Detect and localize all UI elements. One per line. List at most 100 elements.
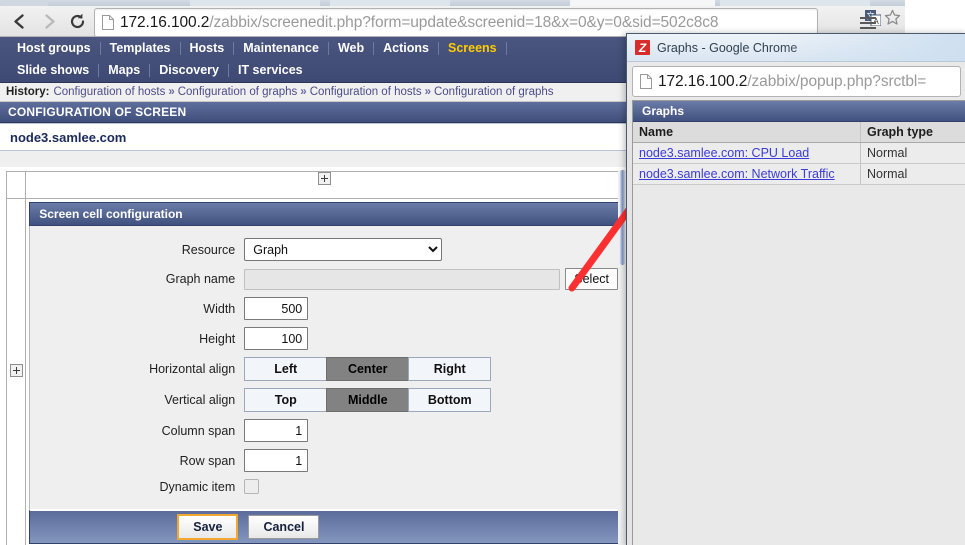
star-icon[interactable] xyxy=(884,9,901,26)
dynamic-item-label: Dynamic item xyxy=(159,479,236,494)
add-row-cell[interactable] xyxy=(5,198,27,545)
menu-item-templates[interactable]: Templates xyxy=(101,41,180,55)
vertical-align-group: Top Middle Bottom xyxy=(244,388,492,412)
menu-item-hosts[interactable]: Hosts xyxy=(181,41,234,55)
popup-section-title: Graphs xyxy=(633,101,965,122)
address-host: 172.16.100.2 xyxy=(120,13,210,31)
screen-grid-table: Screen cell configuration Resource Graph xyxy=(5,171,623,545)
zabbix-logo-icon: Z xyxy=(635,40,650,55)
height-input[interactable] xyxy=(244,327,309,350)
resource-label: Resource xyxy=(181,242,236,257)
hamburger-menu-icon[interactable] xyxy=(856,13,880,33)
graph-name-input[interactable] xyxy=(244,268,561,290)
breadcrumb-item[interactable]: Configuration of hosts xyxy=(53,86,165,98)
popup-title-bar[interactable]: Z Graphs - Google Chrome xyxy=(627,34,965,62)
table-row: node3.samlee.com: Network Traffic Normal xyxy=(633,163,965,185)
field-row-horizontal-align: Horizontal align Left Center Right xyxy=(30,357,618,381)
form-actions: Save Cancel xyxy=(29,509,619,544)
screenshot-root: 172.16.100.2/zabbix/screenedit.php?form=… xyxy=(0,0,965,545)
popup-address-bar[interactable]: 172.16.100.2/zabbix/popup.php?srctbl= xyxy=(632,66,961,97)
menu-item-web[interactable]: Web xyxy=(329,41,373,55)
cancel-button[interactable]: Cancel xyxy=(248,515,320,539)
scrollbar-thumb[interactable] xyxy=(619,170,626,265)
field-row-resource: Resource Graph xyxy=(30,238,618,261)
table-row: node3.samlee.com: CPU Load Normal xyxy=(633,142,965,164)
menu-item-maps[interactable]: Maps xyxy=(99,63,149,77)
column-header-graph-type[interactable]: Graph type xyxy=(860,122,965,143)
row-span-label: Row span xyxy=(179,453,236,468)
graphs-popup-window: Z Graphs - Google Chrome 172.16.100.2/za… xyxy=(626,33,965,545)
breadcrumb-item[interactable]: Configuration of graphs xyxy=(178,86,298,98)
width-label: Width xyxy=(203,301,236,316)
breadcrumb-item[interactable]: Configuration of hosts xyxy=(310,86,422,98)
graph-name-cell: node3.samlee.com: CPU Load xyxy=(633,142,861,164)
horizontal-align-group: Left Center Right xyxy=(244,357,492,381)
field-row-row-span: Row span xyxy=(30,449,618,472)
field-row-height: Height xyxy=(30,327,618,350)
valign-middle-button[interactable]: Middle xyxy=(326,388,410,412)
table-row xyxy=(5,171,623,199)
screen-cell-configuration-form: Screen cell configuration Resource Graph xyxy=(26,202,622,544)
field-row-graph-name: Graph name Select xyxy=(30,268,618,290)
form-title: Screen cell configuration xyxy=(29,202,619,226)
graph-name-label: Graph name xyxy=(165,272,236,286)
menu-item-discovery[interactable]: Discovery xyxy=(150,63,228,77)
save-button[interactable]: Save xyxy=(177,514,239,540)
breadcrumb-item[interactable]: Configuration of graphs xyxy=(434,86,554,98)
table-body: node3.samlee.com: CPU Load Normal node3.… xyxy=(633,142,965,185)
popup-address-path: /zabbix/popup.php?srctbl= xyxy=(747,72,927,90)
column-header-name[interactable]: Name xyxy=(633,122,861,143)
field-row-dynamic-item: Dynamic item xyxy=(30,479,618,494)
graph-link-network-traffic[interactable]: node3.samlee.com: Network Traffic xyxy=(639,167,835,181)
breadcrumb-separator: » xyxy=(300,86,307,98)
graphs-table: Name Graph type node3.samlee.com: CPU Lo… xyxy=(633,122,965,185)
menu-item-actions[interactable]: Actions xyxy=(374,41,438,55)
menu-item-it-services[interactable]: IT services xyxy=(229,63,312,77)
table-header: Name Graph type xyxy=(633,122,965,143)
table-header-row: Name Graph type xyxy=(633,122,965,143)
halign-right-button[interactable]: Right xyxy=(408,357,492,381)
resource-select[interactable]: Graph xyxy=(244,238,443,261)
field-row-width: Width xyxy=(30,297,618,320)
select-button[interactable]: Select xyxy=(565,268,618,290)
address-path: /zabbix/screenedit.php?form=update&scree… xyxy=(209,13,719,31)
graph-name-cell: node3.samlee.com: Network Traffic xyxy=(633,163,861,185)
table-row: Screen cell configuration Resource Graph xyxy=(5,198,623,545)
halign-left-button[interactable]: Left xyxy=(244,357,328,381)
popup-address-host: 172.16.100.2 xyxy=(658,72,748,90)
popup-window-title: Graphs - Google Chrome xyxy=(657,40,798,55)
row-span-input[interactable] xyxy=(244,449,309,472)
column-span-label: Column span xyxy=(161,423,236,438)
popup-address-text: 172.16.100.2/zabbix/popup.php?srctbl= xyxy=(658,73,926,91)
form-body: Resource Graph Graph name Select Width 5… xyxy=(29,226,619,509)
height-label: Height xyxy=(199,331,236,346)
valign-bottom-button[interactable]: Bottom xyxy=(408,388,492,412)
graph-type-cell: Normal xyxy=(860,163,965,185)
reload-icon[interactable] xyxy=(64,10,90,32)
width-input[interactable] xyxy=(244,297,309,320)
graph-link-cpu-load[interactable]: node3.samlee.com: CPU Load xyxy=(639,146,809,160)
add-column-cell[interactable] xyxy=(25,171,623,199)
plus-square-icon[interactable] xyxy=(9,364,23,377)
page-document-icon xyxy=(102,15,114,30)
dynamic-item-checkbox[interactable] xyxy=(244,479,260,494)
halign-center-button[interactable]: Center xyxy=(326,357,410,381)
breadcrumb-separator: » xyxy=(424,86,431,98)
page-document-icon xyxy=(640,74,652,89)
breadcrumb-label: History: xyxy=(6,86,50,98)
graph-type-cell: Normal xyxy=(860,142,965,164)
plus-square-icon[interactable] xyxy=(317,172,331,185)
column-span-input[interactable] xyxy=(244,419,309,442)
menu-item-screens[interactable]: Screens xyxy=(439,41,506,55)
menu-separator xyxy=(505,41,507,55)
valign-top-button[interactable]: Top xyxy=(244,388,328,412)
field-row-vertical-align: Vertical align Top Middle Bottom xyxy=(30,388,618,412)
horizontal-align-label: Horizontal align xyxy=(149,362,236,376)
popup-content: Graphs Name Graph type node3.samlee.com:… xyxy=(632,100,965,545)
forward-arrow-icon xyxy=(36,10,62,32)
menu-item-maintenance[interactable]: Maintenance xyxy=(234,41,328,55)
back-arrow-icon[interactable] xyxy=(6,10,32,32)
vertical-align-label: Vertical align xyxy=(164,393,236,407)
menu-item-slide-shows[interactable]: Slide shows xyxy=(8,63,98,77)
menu-item-host-groups[interactable]: Host groups xyxy=(8,41,100,55)
